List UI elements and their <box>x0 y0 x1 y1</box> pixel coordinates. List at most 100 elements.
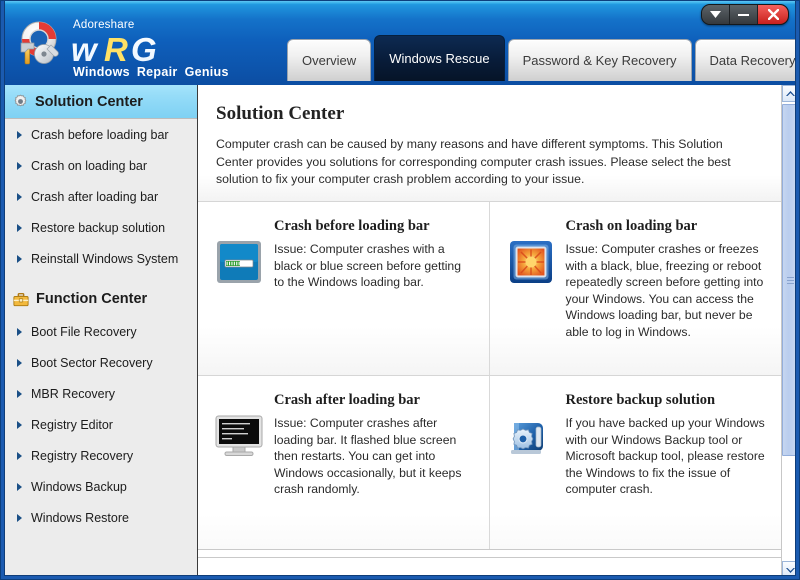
svg-text:w: w <box>71 33 99 67</box>
body-row: Solution Center Crash before loading bar… <box>4 85 798 578</box>
sidebar-item-label: Windows Restore <box>31 511 129 525</box>
application-window: Adoreshare w R G <box>0 0 800 580</box>
window-controls <box>701 4 789 25</box>
card-description: Issue: Computer crashes after loading ba… <box>274 415 474 498</box>
chevron-right-icon <box>17 255 26 263</box>
card-crash-after-loading-bar[interactable]: Crash after loading bar Issue: Computer … <box>198 376 490 549</box>
tagline-word-repair: Repair <box>137 65 178 79</box>
card-row-2: Crash after loading bar Issue: Computer … <box>198 376 781 550</box>
page-intro-text: Computer crash can be caused by many rea… <box>216 136 752 189</box>
card-title[interactable]: Crash after loading bar <box>274 392 477 409</box>
vertical-scrollbar[interactable] <box>781 85 798 578</box>
scrollbar-grip-icon <box>787 275 794 286</box>
sidebar-item-reinstall-windows-system[interactable]: Reinstall Windows System <box>4 243 197 274</box>
card-body: Crash after loading bar Issue: Computer … <box>270 390 477 549</box>
page-title: Solution Center <box>216 103 757 125</box>
brand-company-name: Adoreshare <box>71 19 236 32</box>
lifebuoy-tools-logo-icon <box>11 17 65 71</box>
sidebar-item-registry-recovery[interactable]: Registry Recovery <box>4 440 197 471</box>
card-description: Issue: Computer crashes with a black or … <box>274 241 474 291</box>
solution-center-panel: Solution Center Computer crash can be ca… <box>198 85 781 578</box>
chevron-right-icon <box>17 328 26 336</box>
sidebar-item-label: Crash on loading bar <box>31 159 147 173</box>
card-title[interactable]: Crash on loading bar <box>566 218 770 235</box>
card-title[interactable]: Crash before loading bar <box>274 218 477 235</box>
sidebar-item-label: Registry Editor <box>31 418 113 432</box>
sidebar-item-restore-backup-solution[interactable]: Restore backup solution <box>4 212 197 243</box>
card-crash-on-loading-bar[interactable]: Crash on loading bar Issue: Computer cra… <box>490 202 782 375</box>
card-body: Crash on loading bar Issue: Computer cra… <box>562 216 770 375</box>
tab-data-recovery[interactable]: Data Recovery <box>695 39 800 81</box>
close-button[interactable] <box>758 5 788 24</box>
chevron-right-icon <box>17 390 26 398</box>
chevron-down-button[interactable] <box>702 5 730 24</box>
minimize-button[interactable] <box>730 5 758 24</box>
sidebar-item-label: Boot Sector Recovery <box>31 356 153 370</box>
sidebar-section-title: Solution Center <box>35 94 143 110</box>
main-tab-bar: Overview Windows Rescue Password & Key R… <box>287 35 800 81</box>
sidebar-item-label: Restore backup solution <box>31 221 165 235</box>
sidebar-item-crash-before-loading-bar[interactable]: Crash before loading bar <box>4 119 197 150</box>
sunburst-picture-icon <box>500 216 562 375</box>
tab-password-key-recovery[interactable]: Password & Key Recovery <box>508 39 692 81</box>
chevron-right-icon <box>17 359 26 367</box>
scrollbar-thumb[interactable] <box>782 104 798 456</box>
sidebar-section-title: Function Center <box>36 291 147 307</box>
chevron-right-icon <box>17 452 26 460</box>
close-icon <box>768 9 779 20</box>
sidebar-item-mbr-recovery[interactable]: MBR Recovery <box>4 378 197 409</box>
chevron-right-icon <box>17 193 26 201</box>
blue-screen-progress-icon <box>208 216 270 375</box>
card-title[interactable]: Restore backup solution <box>566 392 770 409</box>
tab-windows-rescue[interactable]: Windows Rescue <box>374 35 504 81</box>
sidebar-item-registry-editor[interactable]: Registry Editor <box>4 409 197 440</box>
sidebar-item-boot-file-recovery[interactable]: Boot File Recovery <box>4 316 197 347</box>
tab-overview[interactable]: Overview <box>287 39 371 81</box>
briefcase-icon <box>13 292 29 307</box>
sidebar-item-label: Crash before loading bar <box>31 128 169 142</box>
sidebar-section-solution-center[interactable]: Solution Center <box>4 85 197 119</box>
sidebar-item-crash-after-loading-bar[interactable]: Crash after loading bar <box>4 181 197 212</box>
chevron-down-icon <box>710 11 721 18</box>
content-wrapper: Solution Center Computer crash can be ca… <box>198 85 798 578</box>
sidebar-item-boot-sector-recovery[interactable]: Boot Sector Recovery <box>4 347 197 378</box>
scroll-up-button[interactable] <box>782 85 798 102</box>
content-bottom-strip <box>198 557 781 578</box>
sidebar-item-label: MBR Recovery <box>31 387 115 401</box>
scrollbar-track[interactable] <box>782 102 798 561</box>
chevron-down-icon <box>786 567 795 573</box>
chevron-right-icon <box>17 514 26 522</box>
black-monitor-icon <box>208 390 270 549</box>
tagline-word-windows: Windows <box>73 65 130 79</box>
chevron-right-icon <box>17 421 26 429</box>
chevron-right-icon <box>17 131 26 139</box>
card-body: Restore backup solution If you have back… <box>562 390 770 549</box>
card-restore-backup-solution[interactable]: Restore backup solution If you have back… <box>490 376 782 549</box>
chevron-up-icon <box>786 91 795 97</box>
sidebar-navigation: Solution Center Crash before loading bar… <box>4 85 198 578</box>
card-crash-before-loading-bar[interactable]: Crash before loading bar Issue: Computer… <box>198 202 490 375</box>
sidebar-item-label: Boot File Recovery <box>31 325 137 339</box>
intro-block: Solution Center Computer crash can be ca… <box>198 85 781 202</box>
chevron-right-icon <box>17 162 26 170</box>
card-row-1: Crash before loading bar Issue: Computer… <box>198 202 781 376</box>
tagline-word-genius: Genius <box>185 65 229 79</box>
brand-tagline: Windows Repair Genius <box>71 65 236 79</box>
sidebar-item-label: Registry Recovery <box>31 449 133 463</box>
card-description: Issue: Computer crashes or freezes with … <box>566 241 766 340</box>
brand-logo-block: Adoreshare w R G <box>11 17 236 77</box>
backup-gear-icon <box>500 390 562 549</box>
brand-wrg-wordmark: w R G <box>71 33 236 67</box>
chevron-right-icon <box>17 483 26 491</box>
sidebar-item-label: Crash after loading bar <box>31 190 158 204</box>
card-body: Crash before loading bar Issue: Computer… <box>270 216 477 375</box>
sidebar-section-function-center[interactable]: Function Center <box>4 282 197 316</box>
svg-text:R: R <box>104 33 128 67</box>
sidebar-item-crash-on-loading-bar[interactable]: Crash on loading bar <box>4 150 197 181</box>
gear-icon <box>13 94 28 109</box>
sidebar-item-windows-restore[interactable]: Windows Restore <box>4 502 197 533</box>
sidebar-item-windows-backup[interactable]: Windows Backup <box>4 471 197 502</box>
scroll-down-button[interactable] <box>782 561 798 578</box>
sidebar-item-label: Windows Backup <box>31 480 127 494</box>
solution-cards-grid: Crash before loading bar Issue: Computer… <box>198 202 781 578</box>
